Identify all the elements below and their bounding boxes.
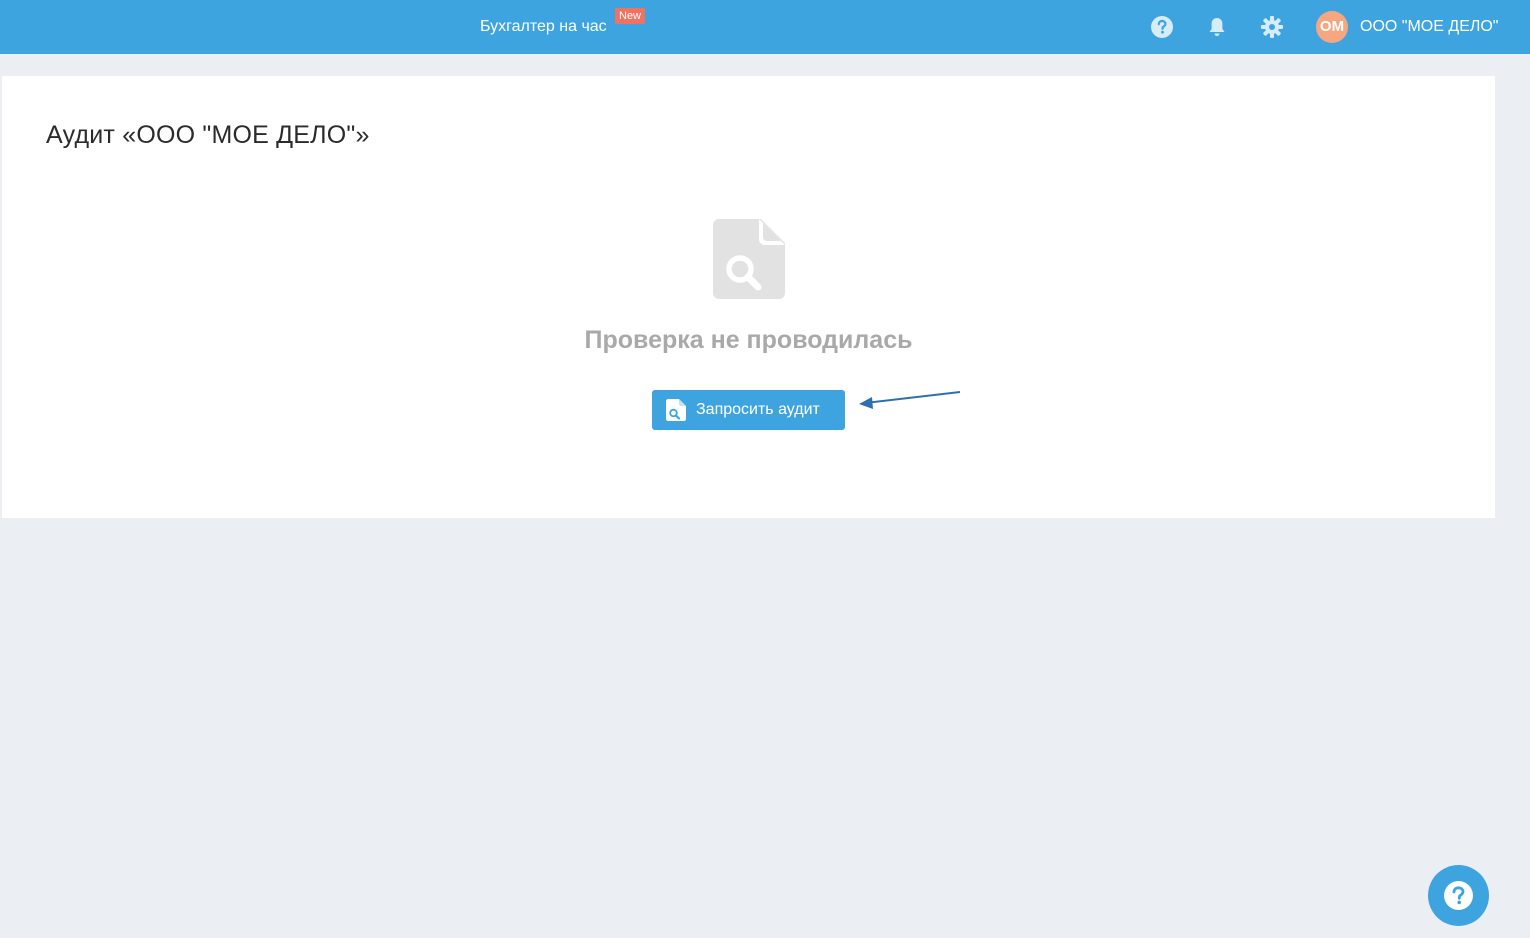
top-navigation-bar: Бухгалтер на час New ОМ ООО "МОЕ ДЕЛО" [0, 0, 1530, 54]
request-audit-button-label: Запросить аудит [696, 401, 820, 418]
audit-card: Аудит «ООО "МОЕ ДЕЛО"» Проверка не прово… [2, 76, 1495, 518]
question-circle-icon [1444, 881, 1473, 910]
document-search-icon [713, 219, 785, 299]
avatar[interactable]: ОМ [1316, 11, 1348, 43]
request-audit-button[interactable]: Запросить аудит [652, 390, 845, 430]
help-chat-button[interactable] [1428, 865, 1489, 926]
gear-icon[interactable] [1260, 15, 1284, 39]
organization-name[interactable]: ООО "МОЕ ДЕЛО" [1360, 17, 1498, 37]
document-search-icon [666, 399, 686, 421]
bell-icon[interactable] [1205, 15, 1229, 39]
question-circle-icon[interactable] [1150, 15, 1174, 39]
annotation-arrow [859, 391, 961, 409]
new-badge: New [615, 8, 646, 24]
empty-state-message: Проверка не проводилась [584, 326, 913, 354]
page-title: Аудит «ООО "МОЕ ДЕЛО"» [46, 121, 370, 149]
accountant-per-hour-link[interactable]: Бухгалтер на час [480, 17, 607, 37]
